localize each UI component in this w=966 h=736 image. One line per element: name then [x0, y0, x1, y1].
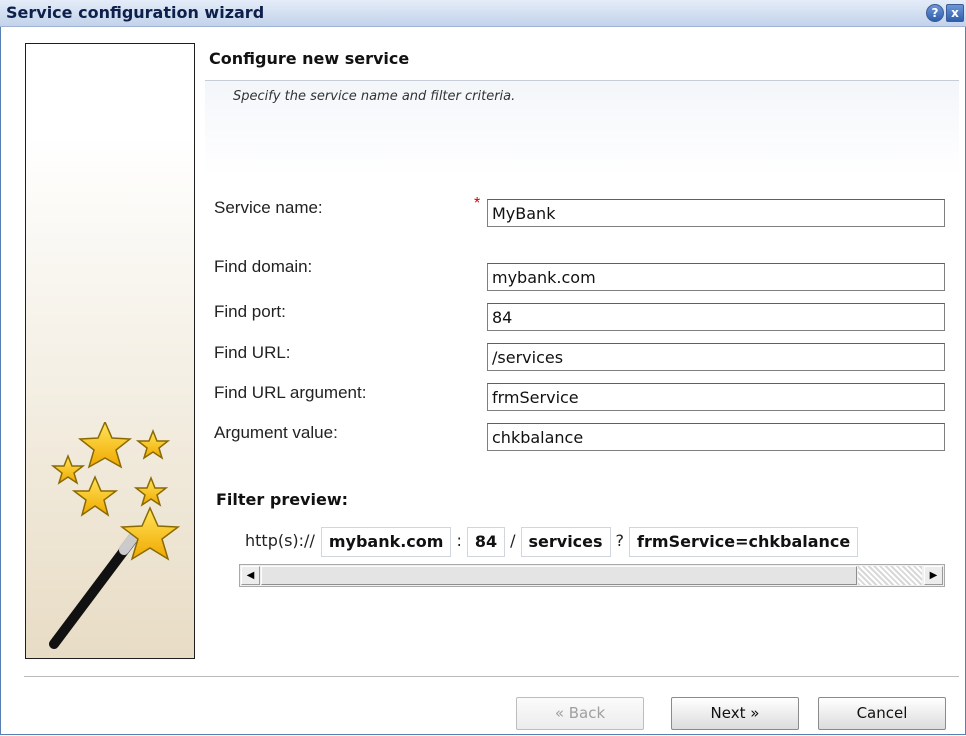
- filter-path: services: [520, 527, 611, 557]
- find-url-argument-label: Find URL argument:: [214, 383, 367, 402]
- next-button[interactable]: Next »: [671, 697, 799, 730]
- filter-port: 84: [466, 527, 506, 557]
- star-icon: [119, 506, 180, 561]
- back-button[interactable]: « Back: [516, 697, 644, 730]
- filter-preview-scrollbar[interactable]: ◀ ▶: [239, 564, 945, 587]
- star-icon: [135, 428, 171, 460]
- argument-value-label: Argument value:: [214, 423, 338, 442]
- filter-preview-title: Filter preview:: [216, 490, 348, 509]
- section-title: Configure new service: [209, 49, 410, 68]
- wizard-side-panel: [25, 43, 195, 659]
- service-name-input[interactable]: [487, 199, 945, 227]
- filter-query: frmService=chkbalance: [629, 527, 859, 557]
- find-url-argument-input[interactable]: [487, 383, 945, 411]
- scroll-left-icon[interactable]: ◀: [241, 566, 260, 585]
- filter-preview: http(s):// mybank.com:84/services? frmServ…: [245, 527, 939, 557]
- find-domain-input[interactable]: [487, 263, 945, 291]
- find-url-label: Find URL:: [214, 343, 291, 362]
- find-port-input[interactable]: [487, 303, 945, 331]
- star-icon: [77, 422, 133, 469]
- magic-wand-stars-icon: [49, 422, 180, 649]
- find-domain-label: Find domain:: [214, 257, 313, 276]
- filter-protocol: http(s)://: [245, 531, 315, 550]
- cancel-button[interactable]: Cancel: [818, 697, 946, 730]
- window-title: Service configuration wizard: [6, 3, 265, 22]
- title-bar: Service configuration wizard ? x: [0, 0, 966, 27]
- scroll-right-icon[interactable]: ▶: [924, 566, 943, 585]
- section-description: Specify the service name and filter crit…: [233, 89, 516, 104]
- star-icon: [133, 475, 169, 507]
- filter-path-separator: /: [510, 531, 516, 550]
- service-name-label: Service name:: [214, 198, 323, 217]
- help-icon[interactable]: ?: [926, 4, 944, 22]
- filter-domain: mybank.com: [320, 527, 452, 557]
- find-url-input[interactable]: [487, 343, 945, 371]
- heading-divider: [205, 80, 959, 81]
- required-marker: *: [474, 195, 481, 212]
- filter-port-separator: :: [456, 531, 462, 550]
- footer-divider: [24, 676, 959, 677]
- star-icon: [71, 475, 119, 517]
- scrollbar-track[interactable]: [858, 566, 922, 585]
- scrollbar-thumb[interactable]: [261, 566, 857, 585]
- find-port-label: Find port:: [214, 302, 286, 321]
- close-icon[interactable]: x: [946, 4, 964, 22]
- star-icon: [50, 453, 86, 485]
- filter-query-separator: ?: [615, 531, 625, 550]
- argument-value-input[interactable]: [487, 423, 945, 451]
